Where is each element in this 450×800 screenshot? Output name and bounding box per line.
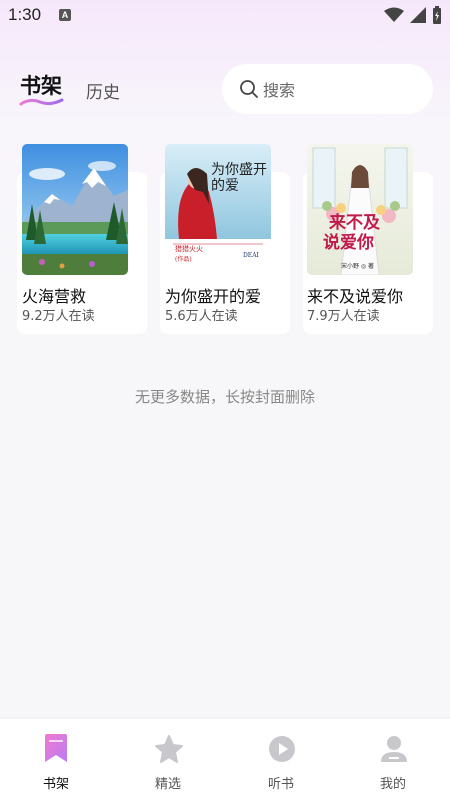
search-icon — [240, 80, 258, 98]
cover-english-text: DEAI — [243, 252, 259, 259]
tab-history[interactable]: 历史 — [86, 78, 120, 103]
wifi-icon — [384, 7, 404, 22]
battery-icon — [433, 6, 441, 24]
nav-label: 精选 — [154, 777, 181, 792]
cover-title: 为你盛开的爱 — [211, 162, 267, 194]
book-cover-red-girl[interactable]: 为你盛开的爱 猎猎火火 (作品) DEAI — [165, 144, 271, 275]
play-icon — [269, 736, 295, 762]
empty-hint: 无更多数据，长按封面删除 — [134, 388, 315, 406]
cover-small-text: (作品) — [175, 256, 192, 263]
notification-badge: A — [59, 9, 71, 21]
book-title: 为你盛开的爱 — [165, 287, 262, 306]
star-icon — [155, 735, 183, 763]
nav-item-shelf[interactable]: 书架 — [0, 719, 112, 800]
book-cover-bride[interactable]: 来不及 说爱你 宋小野 ◎ 著 — [307, 144, 413, 275]
status-time: 1:30 — [8, 5, 42, 24]
book-title: 火海营救 — [22, 287, 87, 306]
nav-item-audio[interactable]: 听书 — [225, 719, 337, 800]
bottom-nav: 书架 精选 听书 我的 — [0, 719, 450, 800]
book-readers: 9.2万人在读 — [22, 309, 95, 324]
book-title: 来不及说爱你 — [307, 287, 404, 306]
cover-author: 宋小野 ◎ 著 — [341, 263, 375, 270]
cover-title-line2: 说爱你 — [323, 233, 374, 253]
status-icons — [384, 6, 442, 24]
book-readers: 5.6万人在读 — [165, 309, 238, 324]
book-readers: 7.9万人在读 — [307, 309, 380, 324]
tab-active-indicator — [19, 98, 64, 106]
search-placeholder: 搜索 — [263, 81, 296, 100]
nav-label: 我的 — [379, 777, 406, 792]
cover-author: 猎猎火火 — [175, 245, 203, 253]
cover-title-line1: 来不及 — [329, 213, 380, 233]
nav-item-featured[interactable]: 精选 — [112, 719, 224, 800]
user-icon — [381, 736, 407, 762]
bookmark-icon — [45, 734, 67, 762]
signal-icon — [410, 7, 426, 23]
status-bar: 1:30 A — [0, 0, 450, 32]
nav-item-profile[interactable]: 我的 — [337, 719, 449, 800]
nav-label: 书架 — [42, 777, 69, 792]
search-box[interactable]: 搜索 — [222, 64, 433, 114]
book-cover-mountain[interactable] — [22, 144, 128, 275]
nav-label: 听书 — [267, 777, 294, 792]
